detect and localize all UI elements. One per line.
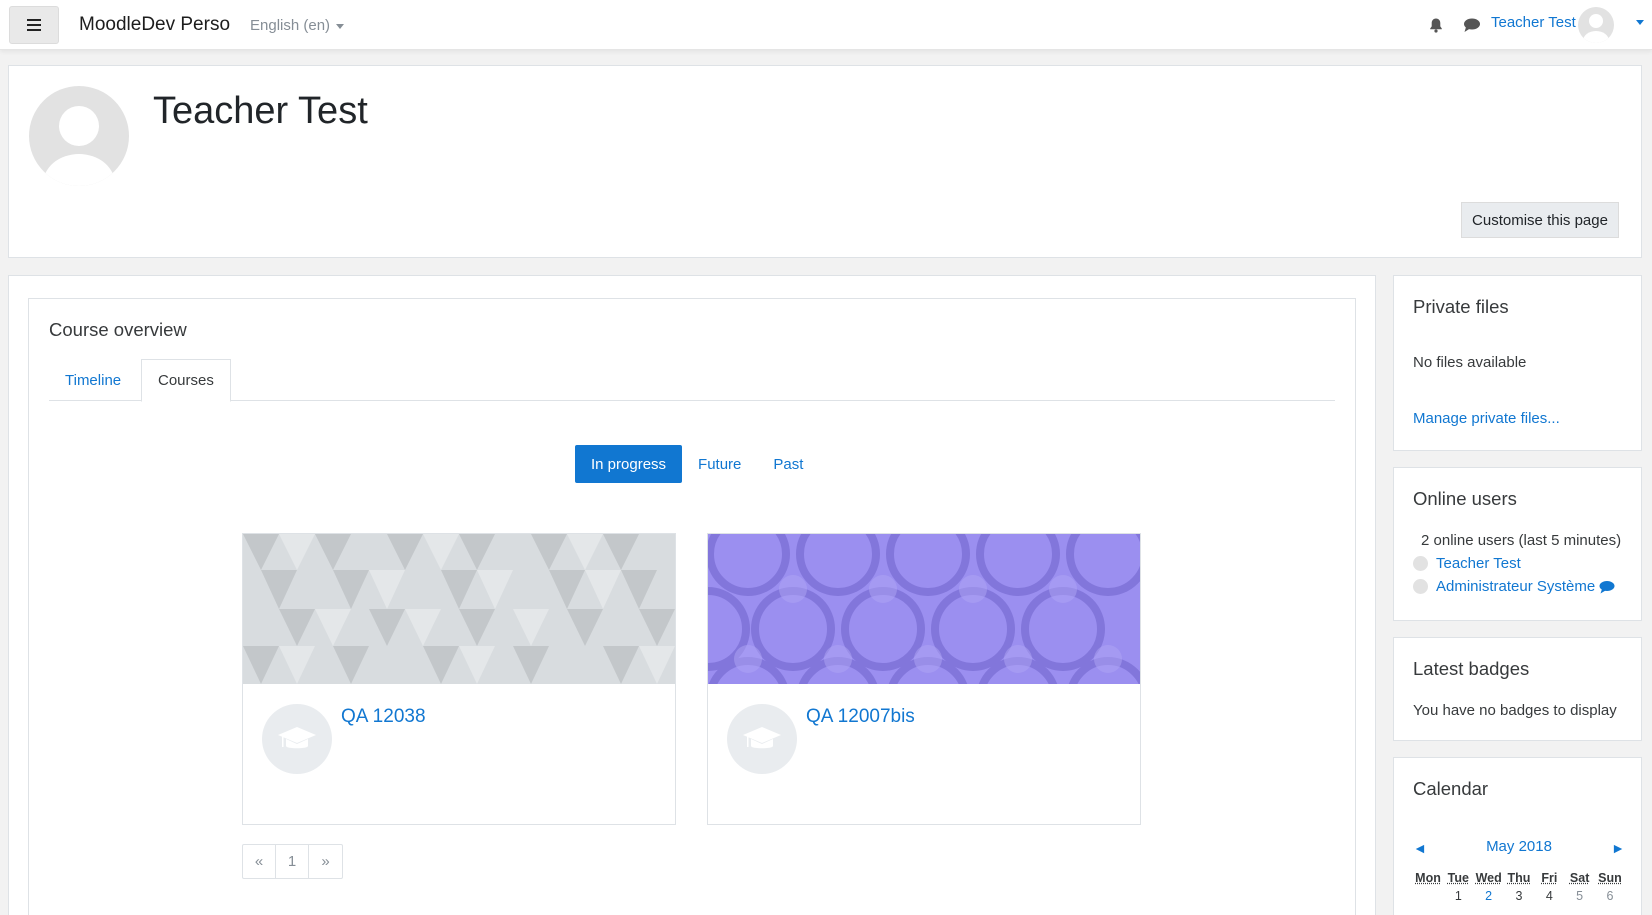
list-item: Teacher Test [1413,555,1521,572]
latest-badges-block: Latest badges You have no badges to disp… [1393,637,1642,741]
tab-timeline[interactable]: Timeline [49,359,137,401]
online-users-block: Online users 2 online users (last 5 minu… [1393,467,1642,621]
message-icon[interactable] [1599,580,1615,594]
avatar [1413,579,1428,594]
course-overview-tabs: Timeline Courses [49,359,1335,402]
calendar-month-link[interactable]: May 2018 [1413,838,1625,855]
course-name-link[interactable]: QA 12007bis [806,706,915,728]
course-overview-block: Course overview Timeline Courses In prog… [28,298,1356,915]
weekday-label: Wed [1475,871,1502,885]
bell-icon[interactable] [1428,17,1444,33]
no-files-text: No files available [1413,354,1527,371]
customise-page-button[interactable]: Customise this page [1461,202,1619,238]
course-pattern-image[interactable] [243,534,675,684]
block-title: Calendar [1413,778,1489,799]
block-title: Online users [1413,488,1517,509]
online-user-link[interactable]: Administrateur Système [1436,578,1595,595]
language-label: English (en) [250,17,331,34]
avatar[interactable] [1578,7,1614,43]
calendar-navigation: ◄ May 2018 ► [1413,838,1625,858]
graduation-cap-icon [727,704,797,774]
pagination-prev[interactable]: « [243,845,276,878]
calendar-day [1413,889,1443,903]
calendar-grid: Mon Tue Wed Thu Fri Sat Sun 1 2 3 4 5 6 [1413,871,1625,907]
main-region: Course overview Timeline Courses In prog… [8,275,1376,915]
weekday-label: Mon [1415,871,1441,885]
manage-private-files-link[interactable]: Manage private files... [1413,410,1560,427]
user-menu-name[interactable]: Teacher Test [1491,14,1576,31]
pagination-next[interactable]: » [309,845,342,878]
calendar-weekday-row: Mon Tue Wed Thu Fri Sat Sun [1413,871,1625,885]
graduation-cap-icon [262,704,332,774]
weekday-label: Tue [1447,871,1469,885]
pagination-page[interactable]: 1 [276,845,309,878]
block-title: Course overview [49,319,187,340]
calendar-week-row: 1 2 3 4 5 6 [1413,889,1625,903]
calendar-day-weekend[interactable]: 6 [1595,889,1625,903]
calendar-next-arrow-icon[interactable]: ► [1611,840,1625,856]
no-badges-text: You have no badges to display [1413,702,1617,719]
weekday-label: Sun [1598,871,1622,885]
pagination: « 1 » [242,844,343,879]
chat-icon[interactable] [1463,17,1481,33]
hamburger-icon [27,19,41,31]
course-status-filters: In progress Future Past [575,445,819,483]
private-files-block: Private files No files available Manage … [1393,275,1642,451]
list-item: Administrateur Système [1413,578,1615,595]
filter-future[interactable]: Future [682,445,757,483]
calendar-day-weekend[interactable]: 5 [1565,889,1595,903]
block-title: Private files [1413,296,1509,317]
course-pattern-image[interactable] [708,534,1140,684]
filter-past[interactable]: Past [757,445,819,483]
online-users-summary: 2 online users (last 5 minutes) [1421,532,1622,549]
filter-in-progress[interactable]: In progress [575,445,683,483]
tab-courses[interactable]: Courses [141,359,231,402]
course-card[interactable]: QA 12007bis [707,533,1141,825]
calendar-day[interactable]: 4 [1534,889,1564,903]
calendar-day[interactable]: 1 [1443,889,1473,903]
top-navbar: MoodleDev Perso English (en) Teacher Tes… [0,0,1652,50]
weekday-label: Fri [1541,871,1558,885]
page-title: Teacher Test [153,90,368,132]
profile-avatar [29,86,129,186]
block-title: Latest badges [1413,658,1530,679]
online-user-link[interactable]: Teacher Test [1436,555,1521,572]
language-menu[interactable]: English (en) [250,17,345,34]
user-silhouette-icon [1583,14,1609,43]
weekday-label: Sat [1569,871,1590,885]
drawer-toggle-button[interactable] [9,6,59,44]
course-name-link[interactable]: QA 12038 [341,706,426,728]
calendar-block: Calendar ◄ May 2018 ► Mon Tue Wed Thu Fr… [1393,757,1642,915]
user-silhouette-icon [43,106,115,186]
site-brand[interactable]: MoodleDev Perso [79,14,230,36]
chevron-down-icon [336,23,345,29]
calendar-day-today[interactable]: 2 [1474,889,1504,903]
avatar [1413,556,1428,571]
weekday-label: Thu [1507,871,1531,885]
calendar-day[interactable]: 3 [1504,889,1534,903]
course-card[interactable]: QA 12038 [242,533,676,825]
user-menu-chevron-icon[interactable] [1636,20,1644,25]
page-header: Teacher Test Customise this page [8,65,1642,258]
